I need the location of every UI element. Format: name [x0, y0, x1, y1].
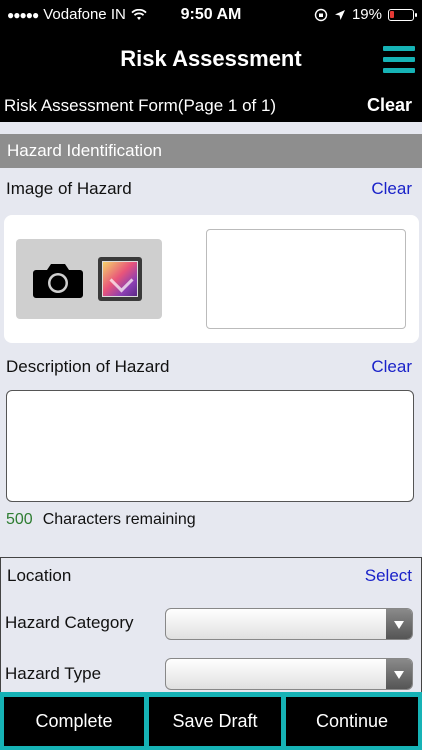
clear-image-button[interactable]: Clear	[371, 179, 412, 199]
save-draft-button[interactable]: Save Draft	[149, 697, 281, 746]
description-of-hazard-label: Description of Hazard	[6, 357, 170, 376]
select-location-button[interactable]: Select	[365, 566, 412, 586]
section-title: Hazard Identification	[7, 141, 162, 160]
form-title: Risk Assessment Form(Page 1 of 1)	[4, 96, 277, 115]
characters-remaining-label: Characters remaining	[42, 511, 196, 528]
page-title: Risk Assessment	[120, 46, 302, 71]
location-label: Location	[7, 566, 72, 585]
hazard-category-select[interactable]	[165, 608, 413, 640]
description-textarea[interactable]	[6, 390, 414, 502]
chevron-down-icon	[386, 659, 412, 689]
bottom-action-bar: Complete Save Draft Continue	[0, 692, 422, 750]
chevron-down-icon	[386, 609, 412, 639]
image-source-buttons	[16, 239, 162, 319]
hazard-image-preview	[206, 229, 406, 329]
clear-form-button[interactable]: Clear	[367, 95, 412, 116]
camera-icon[interactable]	[32, 261, 84, 299]
battery-icon	[388, 8, 417, 21]
battery-percent: 19%	[351, 6, 382, 23]
complete-button[interactable]: Complete	[4, 697, 144, 746]
continue-button[interactable]: Continue	[286, 697, 418, 746]
form-content: Hazard Identification Image of Hazard Cl…	[0, 122, 422, 692]
battery-level	[390, 10, 394, 18]
hazard-type-label: Hazard Type	[5, 664, 102, 683]
image-panel	[4, 215, 419, 343]
characters-remaining-count: 500	[6, 511, 33, 528]
status-bar: ●●●●● Vodafone IN 9:50 AM 19%	[0, 0, 422, 30]
hamburger-menu-icon[interactable]	[383, 46, 415, 74]
orientation-lock-icon	[314, 8, 328, 21]
clear-description-button[interactable]: Clear	[371, 357, 412, 377]
navigation-bar: Risk Assessment	[0, 30, 422, 88]
location-section: Location Select Hazard Category Hazard T…	[0, 557, 422, 692]
hazard-type-select[interactable]	[165, 658, 413, 690]
hazard-category-label: Hazard Category	[5, 613, 134, 632]
character-counter: 500 Characters remaining	[6, 511, 196, 529]
section-header-hazard-identification: Hazard Identification	[0, 134, 422, 168]
form-header: Risk Assessment Form(Page 1 of 1) Clear	[0, 88, 422, 122]
photo-gallery-icon[interactable]	[98, 257, 142, 301]
location-arrow-icon	[334, 9, 345, 20]
image-of-hazard-label: Image of Hazard	[6, 179, 132, 198]
